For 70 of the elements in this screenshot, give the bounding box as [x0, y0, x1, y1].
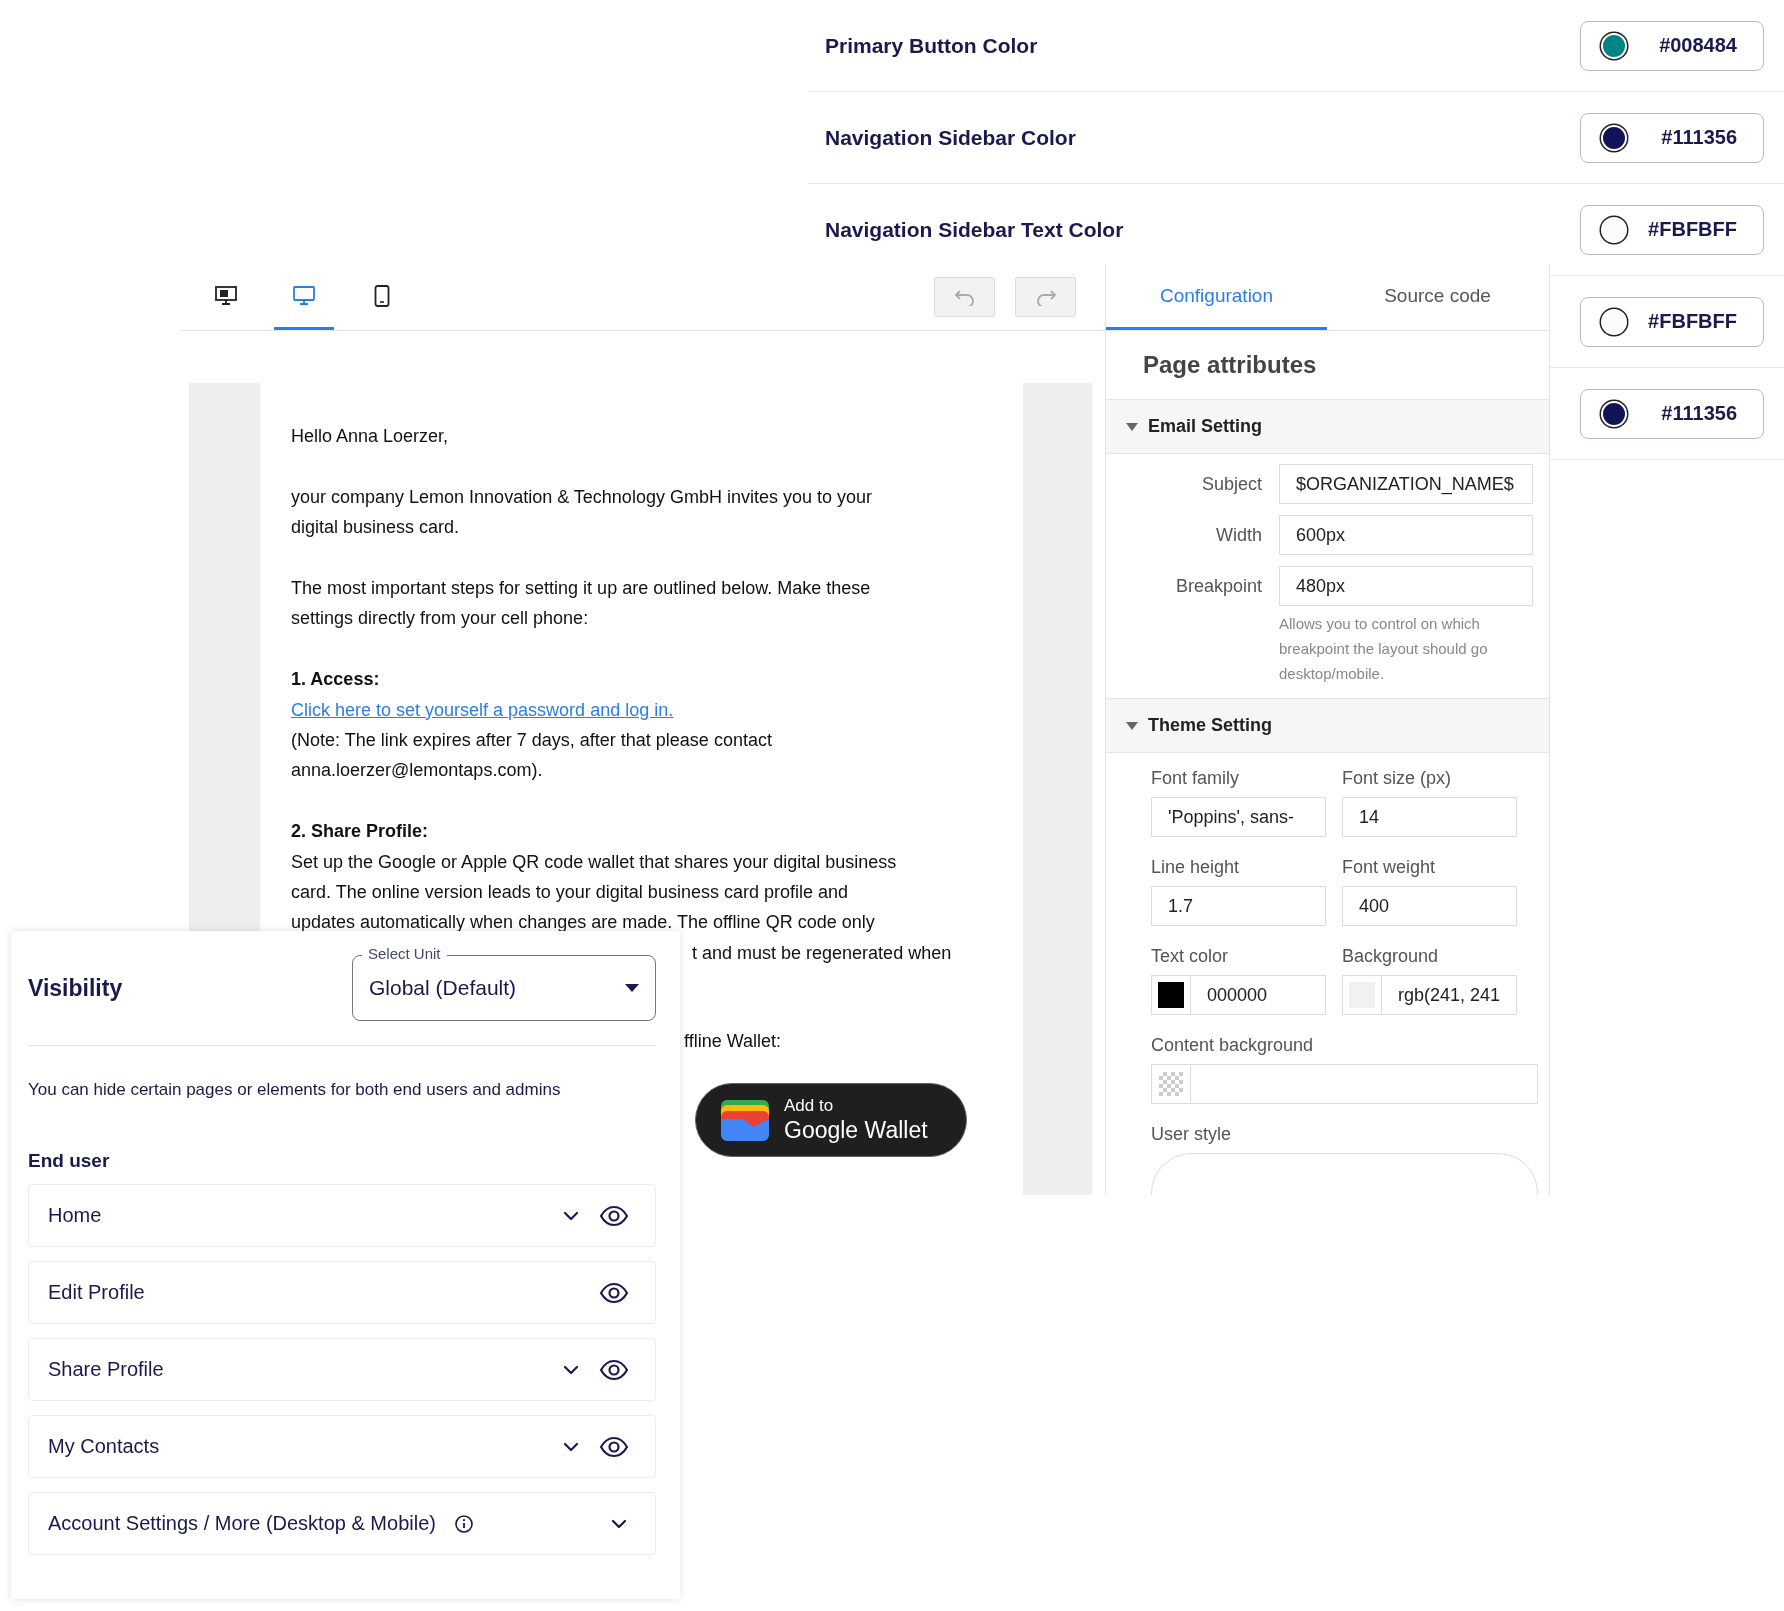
- tab[interactable]: Source code: [1327, 264, 1548, 330]
- email-paragraph: The most important steps for setting it up are outlined below. Make these settings directly from your cell phone:: [291, 577, 871, 631]
- email-text: ffline Wallet:: [684, 1030, 782, 1054]
- transparent-swatch[interactable]: [1151, 1064, 1191, 1104]
- field-label: Content background: [1151, 1035, 1315, 1056]
- field-label: Font weight: [1342, 857, 1437, 878]
- color-swatch[interactable]: [1342, 975, 1382, 1015]
- color-swatch[interactable]: [1151, 975, 1191, 1015]
- text-field[interactable]: 'Poppins', sans-: [1151, 797, 1326, 837]
- text-field[interactable]: 480px: [1279, 566, 1533, 606]
- color-picker[interactable]: #008484: [1580, 20, 1764, 71]
- section-header[interactable]: Email Setting: [1106, 399, 1549, 454]
- section-header[interactable]: Theme Setting: [1106, 698, 1549, 753]
- color-picker[interactable]: #111356: [1580, 388, 1764, 439]
- panel-title: Visibility: [28, 974, 123, 1002]
- desktop-icon: [293, 285, 315, 306]
- text-field[interactable]: 600px: [1279, 515, 1533, 555]
- visibility-row[interactable]: Account Settings / More (Desktop & Mobile): [28, 1492, 656, 1555]
- color-picker[interactable]: #FBFBFF: [1580, 204, 1764, 255]
- setting-label: Navigation Sidebar Color: [825, 125, 1076, 150]
- visibility-row[interactable]: My Contacts: [28, 1415, 656, 1478]
- field-label: Subject: [1200, 473, 1262, 495]
- password-link[interactable]: Click here to set yourself a password and log in.: [291, 694, 674, 725]
- add-to-wallet-button[interactable]: Add to Google Wallet: [695, 1082, 967, 1157]
- color-picker[interactable]: #FBFBFF: [1580, 296, 1764, 347]
- wallet-icon: [720, 1098, 770, 1141]
- monitor-icon: [215, 285, 237, 306]
- color-field[interactable]: [1191, 1064, 1538, 1104]
- setting-label: Navigation Sidebar Text Color: [825, 217, 1124, 242]
- email-heading: 1. Access:: [291, 668, 380, 692]
- field-label: Background: [1342, 946, 1440, 967]
- setting-label: Primary Button Color: [825, 33, 1038, 58]
- email-paragraph: your company Lemon Innovation & Technology GmbH invites you to your digital business card.: [291, 485, 872, 540]
- email-paragraph: (Note: The link expires after 7 days, after that please contact anna.loerzer@lemontaps.com).: [291, 729, 772, 783]
- visibility-row[interactable]: Home: [28, 1184, 656, 1247]
- email-heading: 2. Share Profile:: [291, 820, 429, 844]
- info-icon[interactable]: [453, 1513, 474, 1534]
- color-picker[interactable]: #111356: [1580, 112, 1764, 163]
- help-text: Allows you to control on which breakpoint the layout should go desktop/mobile.: [1279, 614, 1489, 684]
- eye-icon[interactable]: [599, 1204, 629, 1227]
- undo-icon: [953, 288, 976, 306]
- dropdown-caret-icon[interactable]: [625, 984, 639, 992]
- color-field[interactable]: rgb(241, 241: [1382, 975, 1517, 1015]
- field-label: Font size (px): [1342, 768, 1453, 789]
- redo-icon: [1034, 288, 1057, 306]
- field-label: Breakpoint: [1174, 575, 1262, 597]
- description-text: You can hide certain pages or elements for both end users and admins: [28, 1080, 562, 1100]
- field-label: Font family: [1151, 768, 1241, 789]
- field-label: Line height: [1151, 857, 1241, 878]
- eye-icon[interactable]: [599, 1435, 629, 1458]
- eye-icon[interactable]: [599, 1281, 629, 1304]
- group-title: End user: [28, 1150, 111, 1172]
- visibility-row[interactable]: Share Profile: [28, 1338, 656, 1401]
- tab[interactable]: Configuration: [1106, 264, 1327, 330]
- email-paragraph: Hello Anna Loerzer,: [291, 425, 449, 448]
- text-field[interactable]: $ORGANIZATION_NAME$: [1279, 464, 1533, 504]
- triangle-icon: [1126, 720, 1138, 731]
- visibility-row[interactable]: Edit Profile: [28, 1261, 656, 1324]
- triangle-icon: [1126, 421, 1138, 432]
- text-field[interactable]: 400: [1342, 886, 1517, 926]
- text-field[interactable]: 1.7: [1151, 886, 1326, 926]
- field-label: User style: [1151, 1124, 1232, 1145]
- color-field[interactable]: 000000: [1191, 975, 1326, 1015]
- field-label: Width: [1215, 524, 1262, 546]
- panel-title: Page attributes: [1142, 350, 1318, 380]
- field-label: Text color: [1151, 946, 1230, 967]
- phone-icon: [374, 284, 390, 307]
- text-field[interactable]: 14: [1342, 797, 1517, 837]
- eye-icon[interactable]: [599, 1358, 629, 1381]
- email-text: t and must be regenerated when: [692, 941, 952, 965]
